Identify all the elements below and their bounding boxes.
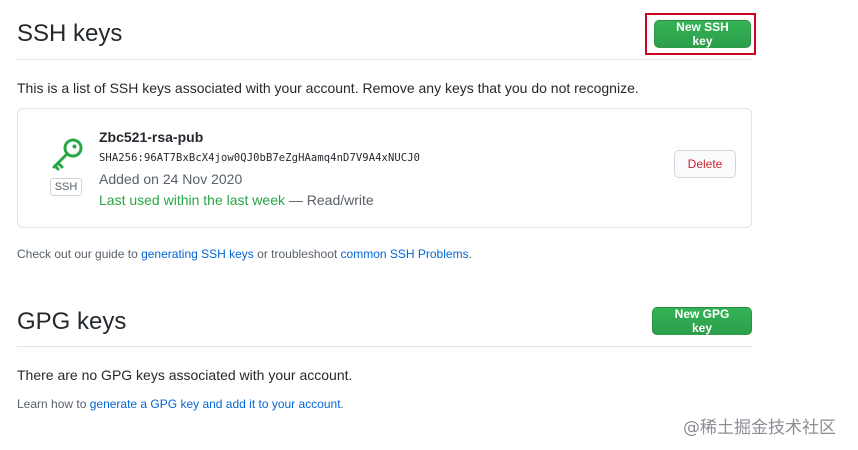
common-ssh-problems-link[interactable]: common SSH Problems	[341, 247, 469, 261]
watermark: @稀土掘金技术社区	[683, 418, 836, 438]
ssh-keys-title: SSH keys	[17, 20, 123, 47]
gpg-learn-text: Learn how to generate a GPG key and add …	[17, 397, 344, 411]
ssh-type-badge: SSH	[50, 178, 82, 196]
ssh-keys-description: This is a list of SSH keys associated wi…	[17, 80, 639, 96]
generate-gpg-key-link[interactable]: generate a GPG key and add it to your ac…	[90, 397, 341, 411]
key-icon	[50, 137, 86, 177]
gpg-keys-header: GPG keys	[17, 297, 752, 347]
generating-ssh-keys-link[interactable]: generating SSH keys	[141, 247, 254, 261]
ssh-key-item: SSH Zbc521-rsa-pub SHA256:96AT7BxBcX4jow…	[17, 108, 752, 228]
ssh-key-usage: Last used within the last week — Read/wr…	[99, 192, 374, 208]
gpg-empty-message: There are no GPG keys associated with yo…	[17, 367, 353, 383]
ssh-key-last-used: Last used within the last week	[99, 192, 285, 208]
ssh-key-added-date: Added on 24 Nov 2020	[99, 171, 243, 187]
delete-ssh-key-button[interactable]: Delete	[674, 150, 736, 178]
ssh-key-fingerprint: SHA256:96AT7BxBcX4jow0QJ0bB7eZgHAamq4nD7…	[99, 152, 421, 164]
ssh-keys-header: SSH keys	[17, 10, 752, 60]
gpg-keys-title: GPG keys	[17, 308, 127, 335]
new-ssh-key-button[interactable]: New SSH key	[654, 20, 751, 48]
ssh-key-access: — Read/write	[285, 192, 374, 208]
new-gpg-key-button[interactable]: New GPG key	[652, 307, 752, 335]
ssh-key-name: Zbc521-rsa-pub	[99, 129, 204, 145]
ssh-guide-text: Check out our guide to generating SSH ke…	[17, 247, 472, 261]
